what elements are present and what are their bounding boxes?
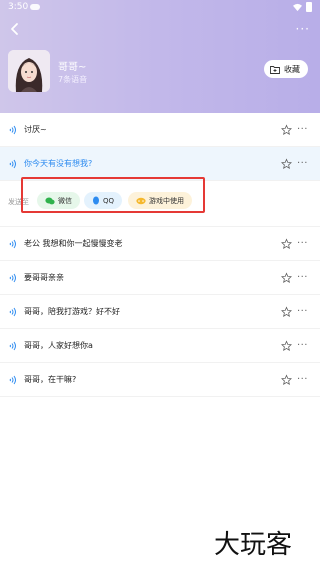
star-icon[interactable] (281, 374, 292, 385)
status-bar: 3:50 (0, 0, 320, 16)
more-icon[interactable]: ··· (297, 124, 308, 134)
star-icon[interactable] (281, 238, 292, 249)
cloud-icon (30, 4, 40, 10)
list-item[interactable]: 哥哥，在干嘛? ··· (0, 363, 320, 397)
voice-icon (9, 341, 16, 350)
star-icon[interactable] (281, 340, 292, 351)
voice-list: 讨厌~ ··· 你今天有没有想我? ··· 发送至 微信 QQ 游戏中使用 老公… (0, 113, 320, 397)
star-icon[interactable] (281, 272, 292, 283)
battery-icon (306, 2, 312, 12)
favorite-button[interactable]: 收藏 (264, 60, 308, 78)
list-item[interactable]: 老公 我想和你一起慢慢变老 ··· (0, 227, 320, 261)
more-icon[interactable]: ··· (297, 340, 308, 350)
back-icon[interactable] (8, 22, 22, 36)
voice-text: 老公 我想和你一起慢慢变老 (24, 239, 123, 248)
list-item[interactable]: 你今天有没有想我? ··· (0, 147, 320, 181)
more-icon[interactable]: ··· (297, 306, 308, 316)
star-icon[interactable] (281, 124, 292, 135)
more-icon[interactable]: ··· (297, 272, 308, 282)
voice-icon (9, 375, 16, 384)
list-item[interactable]: 要哥哥亲亲 ··· (0, 261, 320, 295)
header: 3:50 ··· 哥哥~ 7条语音 收藏 (0, 0, 320, 113)
folder-add-icon (270, 65, 280, 74)
voice-icon (9, 273, 16, 282)
star-icon[interactable] (281, 306, 292, 317)
voice-text: 要哥哥亲亲 (24, 273, 64, 282)
list-item[interactable]: 哥哥，陪我打游戏？好不好 ··· (0, 295, 320, 329)
highlight-annotation (21, 177, 205, 213)
voice-icon (9, 307, 16, 316)
list-item[interactable]: 讨厌~ ··· (0, 113, 320, 147)
voice-icon (9, 239, 16, 248)
favorite-label: 收藏 (284, 64, 300, 74)
star-icon[interactable] (281, 158, 292, 169)
wifi-icon (293, 3, 302, 11)
list-item[interactable]: 哥哥，人家好想你a ··· (0, 329, 320, 363)
status-time: 3:50 (8, 2, 29, 12)
more-icon[interactable]: ··· (297, 374, 308, 384)
voice-text: 你今天有没有想我? (24, 159, 93, 168)
voice-text: 讨厌~ (24, 125, 47, 134)
avatar (8, 50, 50, 92)
voice-text: 哥哥，在干嘛? (24, 375, 77, 384)
page-title: 哥哥~ (58, 62, 87, 73)
voice-text: 哥哥，人家好想你a (24, 341, 93, 350)
more-button[interactable]: ··· (296, 23, 310, 35)
more-icon[interactable]: ··· (297, 238, 308, 248)
voice-icon (9, 159, 16, 168)
voice-count: 7条语音 (58, 75, 88, 84)
watermark: 大玩客 (214, 530, 293, 560)
voice-icon (9, 125, 16, 134)
more-icon[interactable]: ··· (297, 158, 308, 168)
voice-text: 哥哥，陪我打游戏？好不好 (24, 307, 120, 316)
